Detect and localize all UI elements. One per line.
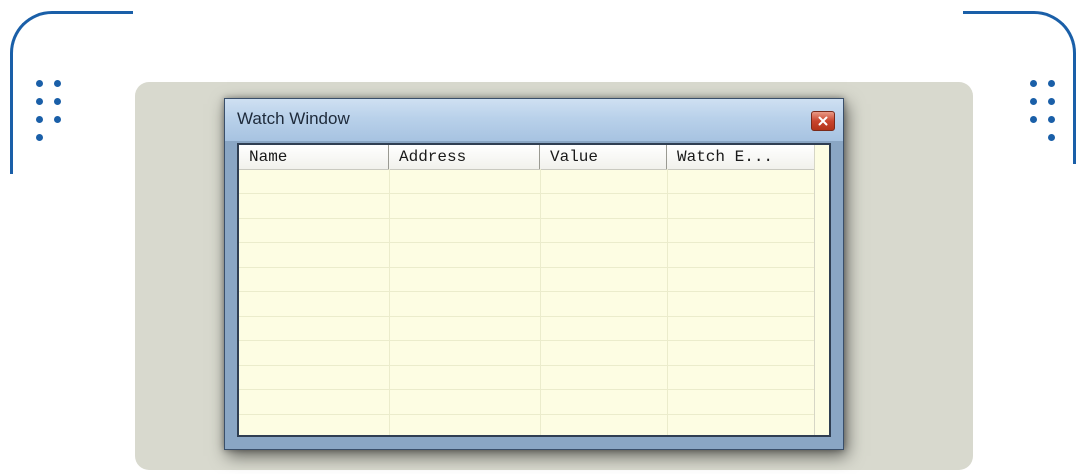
table-row[interactable]: [239, 267, 815, 292]
watch-grid[interactable]: Name Address Value Watch E...: [239, 145, 818, 435]
watch-grid-container: Name Address Value Watch E...: [237, 143, 831, 437]
watch-window: Watch Window Name Address Value Watch E.…: [224, 98, 844, 450]
table-row[interactable]: [239, 365, 815, 390]
table-row[interactable]: [239, 169, 815, 194]
title-bar[interactable]: Watch Window: [225, 99, 843, 141]
table-row[interactable]: [239, 243, 815, 268]
table-row[interactable]: [239, 316, 815, 341]
table-row[interactable]: [239, 218, 815, 243]
column-header-value[interactable]: Value: [540, 145, 667, 169]
dot-grid-right: [1030, 80, 1070, 160]
close-button[interactable]: [811, 111, 835, 131]
window-title: Watch Window: [237, 109, 350, 128]
column-header-row: Name Address Value Watch E...: [239, 145, 817, 170]
close-icon: [818, 116, 828, 126]
dot-grid-left: [36, 80, 76, 160]
table-row[interactable]: [239, 390, 815, 415]
table-row[interactable]: [239, 414, 815, 435]
table-row[interactable]: [239, 194, 815, 219]
column-header-name[interactable]: Name: [239, 145, 389, 169]
vertical-scrollbar[interactable]: [814, 145, 829, 435]
column-header-watch-expression[interactable]: Watch E...: [667, 145, 817, 169]
column-header-address[interactable]: Address: [389, 145, 540, 169]
table-row[interactable]: [239, 292, 815, 317]
table-row[interactable]: [239, 341, 815, 366]
